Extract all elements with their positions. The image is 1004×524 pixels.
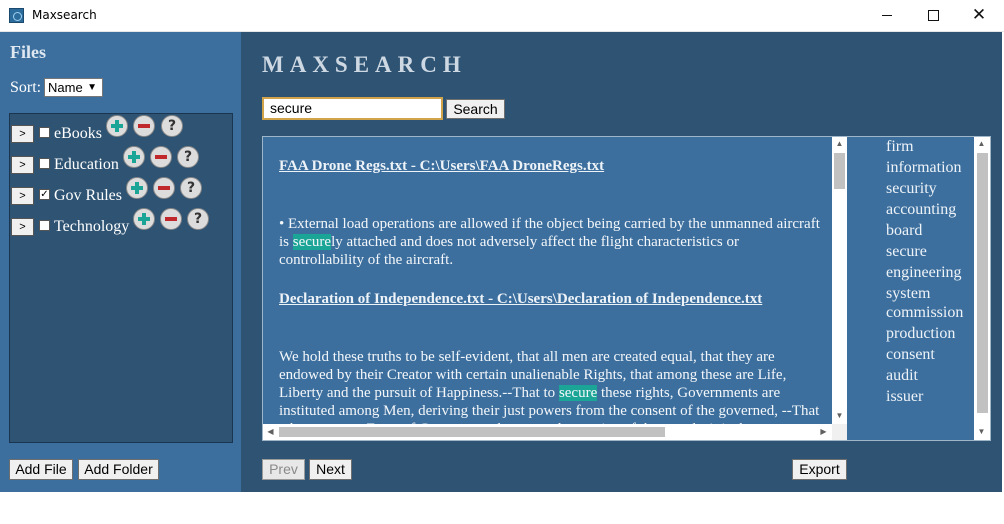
search-highlight: secure [292,234,332,250]
help-icon[interactable]: ? [177,146,199,168]
result-title[interactable]: FAA Drone Regs.txt - C:\Users\FAA DroneR… [279,158,604,175]
folder-row-technology: > Technology ? [10,208,234,238]
chevron-down-icon: ▼ [87,82,97,93]
export-button[interactable]: Export [792,459,847,480]
add-icon[interactable] [126,177,148,199]
close-icon: ✕ [971,5,987,25]
keyword-item[interactable]: issuer [886,388,923,406]
minimize-button[interactable] [864,0,910,31]
keyword-item[interactable]: security [886,180,937,198]
search-highlight: secure [558,385,598,401]
keyword-item[interactable]: audit [886,367,918,385]
scroll-down-icon[interactable]: ▼ [832,411,847,420]
keyword-item[interactable]: engineering [886,264,962,282]
keyword-item[interactable]: accounting [886,201,956,219]
keyword-item[interactable]: board [886,222,922,240]
result-title[interactable]: Declaration of Independence.txt - C:\Use… [279,291,762,308]
search-input[interactable]: secure [262,97,443,120]
keyword-item[interactable]: commission [886,304,963,322]
folder-label: eBooks [54,125,102,142]
expand-button[interactable]: > [11,187,34,205]
folder-tree: > eBooks ? > Education ? > ✓ Gov Rules ? [9,113,233,443]
sort-value: Name [48,80,83,95]
keyword-item[interactable]: firm [886,138,914,156]
help-icon[interactable]: ? [187,208,209,230]
add-folder-button[interactable]: Add Folder [78,459,159,480]
minimize-icon [882,15,892,16]
window-title: Maxsearch [32,8,97,22]
folder-row-gov-rules: > ✓ Gov Rules ? [10,177,234,207]
next-button[interactable]: Next [309,459,352,480]
keyword-item[interactable]: production [886,325,955,343]
search-button[interactable]: Search [446,99,505,119]
sort-dropdown[interactable]: Name ▼ [44,78,103,97]
scroll-thumb[interactable] [834,153,845,189]
remove-icon[interactable] [153,177,175,199]
keyword-item[interactable]: consent [886,346,935,364]
keyword-item[interactable]: system [886,285,930,303]
expand-button[interactable]: > [11,125,34,143]
scroll-thumb[interactable] [977,153,988,413]
folder-checkbox[interactable] [39,127,50,138]
expand-button[interactable]: > [11,156,34,174]
keyword-item[interactable]: information [886,159,962,177]
title-bar: Maxsearch ✕ [0,0,1004,32]
keyword-scrollbar[interactable]: ▲ ▼ [974,137,990,440]
folder-checkbox[interactable]: ✓ [39,189,50,200]
scroll-thumb[interactable] [279,427,665,437]
folder-checkbox[interactable] [39,220,50,231]
scroll-up-icon[interactable]: ▲ [974,139,989,148]
folder-checkbox[interactable] [39,158,50,169]
prev-button[interactable]: Prev [262,459,305,480]
results-text: FAA Drone Regs.txt - C:\Users\FAA DroneR… [263,137,832,424]
remove-icon[interactable] [133,115,155,137]
results-panel: FAA Drone Regs.txt - C:\Users\FAA DroneR… [262,136,991,441]
result-snippet: We hold these truths to be self-evident,… [279,349,820,424]
window-bottom-edge [0,492,1004,524]
main-panel: MAXSEARCH secure Search FAA Drone Regs.t… [241,32,1002,492]
files-sidebar: Files Sort: Name ▼ > eBooks ? > Educatio… [0,32,241,492]
result-snippet: • External load operations are allowed i… [279,216,820,268]
add-file-button[interactable]: Add File [9,459,73,480]
sort-label: Sort: [10,79,42,96]
results-horizontal-scrollbar[interactable]: ◀ ▶ [263,424,832,440]
app-icon [9,8,24,23]
remove-icon[interactable] [160,208,182,230]
scroll-down-icon[interactable]: ▼ [974,427,989,436]
folder-label: Education [54,156,119,173]
results-vertical-scrollbar[interactable]: ▲ ▼ [832,137,847,424]
files-heading: Files [10,42,46,62]
folder-row-education: > Education ? [10,146,234,176]
maximize-button[interactable] [910,0,956,31]
close-button[interactable]: ✕ [956,0,1002,31]
help-icon[interactable]: ? [161,115,183,137]
scroll-left-icon[interactable]: ◀ [263,427,278,436]
app-brand: MAXSEARCH [262,52,467,77]
expand-button[interactable]: > [11,218,34,236]
add-icon[interactable] [123,146,145,168]
scroll-right-icon[interactable]: ▶ [816,427,831,436]
keyword-list: firm information security accounting boa… [886,137,974,440]
keyword-item[interactable]: secure [886,243,927,261]
folder-row-ebooks: > eBooks ? [10,115,234,145]
maximize-icon [927,10,939,21]
folder-label: Technology [54,218,130,235]
scrollbar-corner [832,424,847,440]
add-icon[interactable] [133,208,155,230]
scroll-up-icon[interactable]: ▲ [832,139,847,148]
add-icon[interactable] [106,115,128,137]
help-icon[interactable]: ? [180,177,202,199]
folder-label: Gov Rules [54,187,122,204]
remove-icon[interactable] [150,146,172,168]
